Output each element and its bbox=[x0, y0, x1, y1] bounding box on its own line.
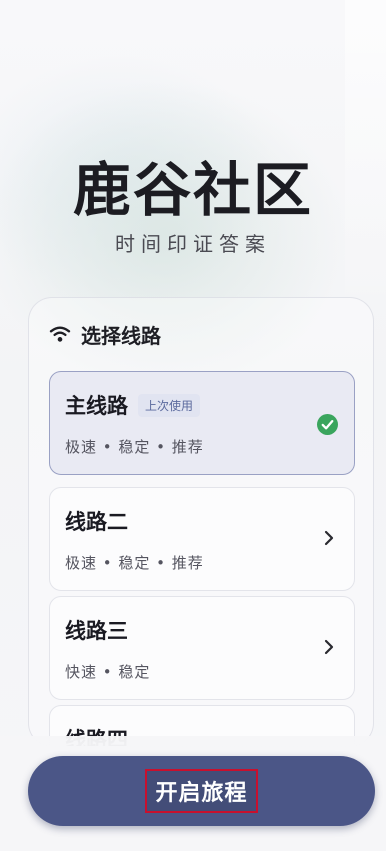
start-journey-button[interactable]: 开启旅程 bbox=[28, 756, 375, 826]
route-panel-header: 选择线路 bbox=[49, 320, 161, 348]
wifi-icon bbox=[49, 326, 71, 342]
route-panel-title: 选择线路 bbox=[81, 323, 161, 348]
route-tags: 极速 • 稳定 • 推荐 bbox=[65, 438, 204, 456]
route-name: 主线路 bbox=[65, 394, 128, 418]
route-tags: 极速 • 稳定 • 推荐 bbox=[65, 554, 204, 572]
app-title: 鹿谷社区 bbox=[72, 156, 313, 224]
app-subtitle: 时间印证答案 bbox=[115, 232, 271, 256]
chevron-right-icon bbox=[324, 530, 334, 546]
route-item-2[interactable]: 线路二 极速 • 稳定 • 推荐 bbox=[49, 487, 355, 591]
check-icon bbox=[317, 414, 338, 435]
route-select-panel: 选择线路 主线路 上次使用 极速 • 稳定 • 推荐 线路二 极速 • 稳定 •… bbox=[28, 297, 374, 747]
route-tags: 快速 • 稳定 bbox=[65, 663, 151, 681]
route-item-3[interactable]: 线路三 快速 • 稳定 bbox=[49, 596, 355, 700]
route-name: 线路三 bbox=[65, 619, 128, 643]
last-used-badge: 上次使用 bbox=[138, 393, 201, 417]
start-journey-label: 开启旅程 bbox=[145, 769, 258, 813]
route-item-main[interactable]: 主线路 上次使用 极速 • 稳定 • 推荐 bbox=[49, 371, 355, 475]
chevron-right-icon bbox=[324, 639, 334, 655]
route-name: 线路二 bbox=[65, 510, 128, 534]
